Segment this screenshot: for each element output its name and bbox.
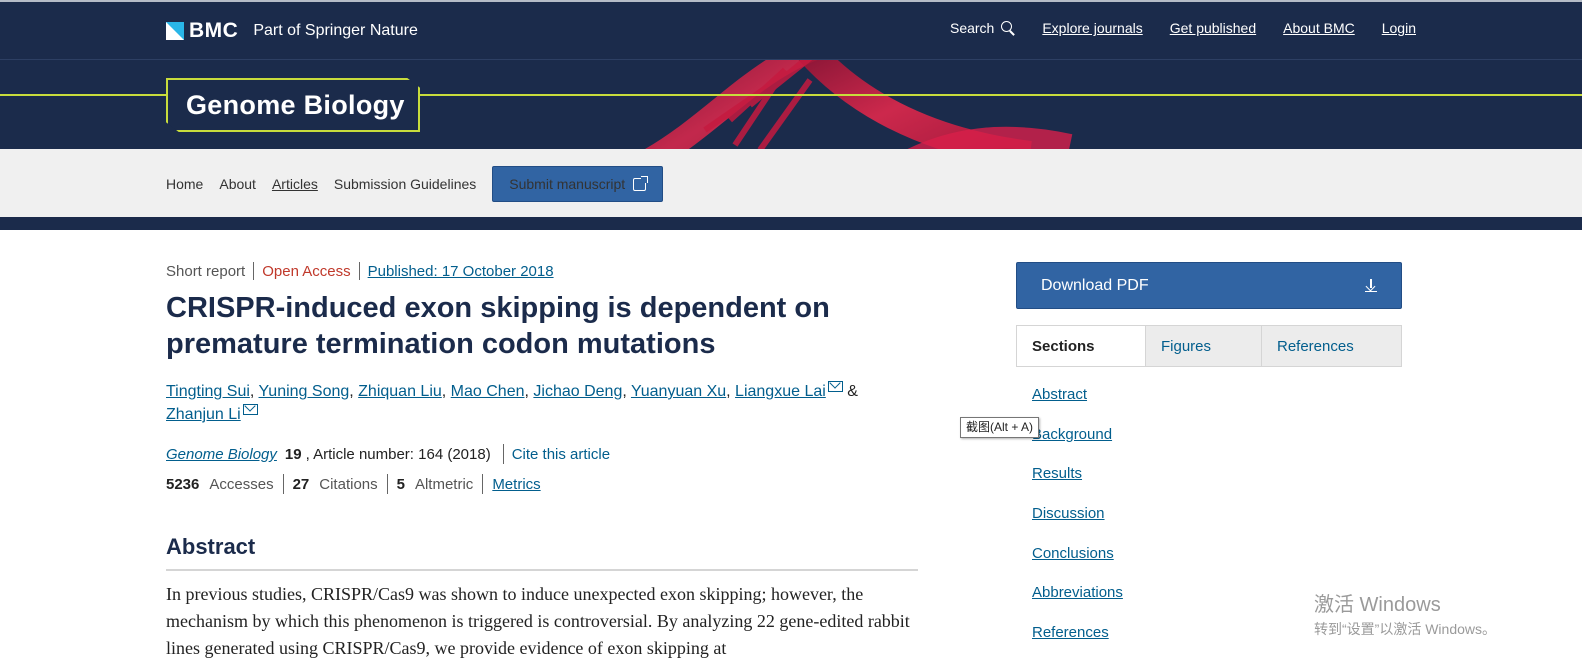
- nav-about-bmc[interactable]: About BMC: [1283, 20, 1355, 36]
- nav-login[interactable]: Login: [1382, 20, 1416, 36]
- tab-sections[interactable]: Sections: [1017, 326, 1145, 366]
- email-icon[interactable]: [827, 381, 843, 392]
- author-link[interactable]: Zhiquan Liu: [358, 383, 442, 400]
- abstract-heading: Abstract: [166, 534, 918, 571]
- accesses-count: 5236: [166, 475, 200, 493]
- journal-name: Genome Biology: [186, 89, 405, 120]
- dna-helix-image: [645, 60, 1073, 149]
- download-icon: [1365, 278, 1377, 293]
- search-icon: [1001, 21, 1016, 36]
- accesses-label: Accesses: [209, 475, 274, 493]
- section-link-conclusions[interactable]: Conclusions: [1032, 543, 1123, 583]
- top-header: BMC Part of Springer Nature Search Explo…: [0, 0, 1582, 59]
- metrics-link[interactable]: Metrics: [492, 476, 540, 493]
- author-link[interactable]: Mao Chen: [451, 383, 525, 400]
- altmetric-count: 5: [396, 475, 405, 493]
- article-metrics: 5236 Accesses 27 Citations 5 Altmetric M…: [166, 474, 918, 494]
- section-link-results[interactable]: Results: [1032, 463, 1123, 503]
- author-link[interactable]: Jichao Deng: [533, 383, 622, 400]
- citation-line: Genome Biology 19 , Article number: 164 …: [166, 444, 918, 464]
- section-link-abstract[interactable]: Abstract: [1032, 384, 1123, 424]
- meta-divider: [502, 444, 504, 464]
- author-link[interactable]: Yuanyuan Xu: [631, 383, 726, 400]
- author-link[interactable]: Yuning Song: [259, 383, 350, 400]
- subnav-submission-guidelines[interactable]: Submission Guidelines: [334, 176, 476, 192]
- submit-manuscript-label: Submit manuscript: [509, 176, 626, 192]
- article-meta: Short report Open Access Published: 17 O…: [166, 262, 918, 280]
- meta-divider: [358, 262, 360, 280]
- search-label: Search: [949, 20, 995, 36]
- tab-figures[interactable]: Figures: [1145, 326, 1261, 366]
- journal-banner: Genome Biology: [0, 59, 1582, 149]
- author-link[interactable]: Liangxue Lai: [735, 383, 826, 400]
- section-links: Abstract Background Results Discussion C…: [1032, 384, 1123, 662]
- article-number: , Article number: 164 (2018): [305, 445, 491, 463]
- email-icon[interactable]: [242, 404, 258, 415]
- windows-activation-watermark: 激活 Windows 转到“设置”以激活 Windows。: [1314, 588, 1496, 639]
- citations-count: 27: [292, 475, 310, 493]
- navy-divider: [0, 217, 1582, 230]
- bmc-logo[interactable]: BMC Part of Springer Nature: [166, 19, 418, 43]
- article-main: Short report Open Access Published: 17 O…: [166, 262, 918, 662]
- section-link-abbreviations[interactable]: Abbreviations: [1032, 582, 1123, 622]
- article-type: Short report: [166, 262, 246, 280]
- screenshot-tooltip: 截图(Alt + A): [960, 417, 1040, 438]
- nav-get-published[interactable]: Get published: [1170, 20, 1256, 36]
- journal-link[interactable]: Genome Biology: [166, 446, 277, 463]
- sidebar-tabs: Sections Figures References: [1016, 325, 1402, 367]
- subnav-about[interactable]: About: [219, 176, 256, 192]
- section-link-background[interactable]: Background: [1032, 424, 1123, 464]
- tab-references[interactable]: References: [1261, 326, 1401, 366]
- author-list: Tingting Sui, Yuning Song, Zhiquan Liu, …: [166, 381, 858, 423]
- author-link[interactable]: Tingting Sui: [166, 383, 250, 400]
- journal-title-box[interactable]: Genome Biology: [166, 78, 420, 132]
- watermark-subtitle: 转到“设置”以激活 Windows。: [1314, 621, 1497, 637]
- download-pdf-button[interactable]: Download PDF: [1016, 262, 1402, 309]
- meta-divider: [386, 474, 388, 494]
- meta-divider: [282, 474, 284, 494]
- altmetric-label: Altmetric: [414, 475, 474, 493]
- subnav-articles[interactable]: Articles: [272, 176, 318, 192]
- watermark-title: 激活 Windows: [1314, 594, 1441, 616]
- subnav-home[interactable]: Home: [166, 176, 203, 192]
- section-link-references[interactable]: References: [1032, 622, 1123, 662]
- external-link-icon: [633, 175, 649, 191]
- download-pdf-label: Download PDF: [1041, 276, 1149, 294]
- section-link-discussion[interactable]: Discussion: [1032, 503, 1123, 543]
- meta-divider: [253, 262, 255, 280]
- author-link[interactable]: Zhanjun Li: [166, 406, 241, 423]
- published-date-link[interactable]: Published: 17 October 2018: [368, 263, 554, 280]
- top-nav: Search Explore journals Get published Ab…: [950, 20, 1416, 36]
- brand-tagline: Part of Springer Nature: [253, 22, 418, 39]
- brand-name: BMC: [189, 19, 239, 42]
- search-button[interactable]: Search: [949, 20, 1016, 36]
- author-ampersand: &: [847, 383, 858, 400]
- bmc-logo-icon: [166, 22, 184, 40]
- meta-divider: [482, 474, 484, 494]
- journal-subnav: Home About Articles Submission Guideline…: [0, 149, 1582, 217]
- article-title: CRISPR-induced exon skipping is dependen…: [166, 292, 830, 360]
- abstract-text: In previous studies, CRISPR/Cas9 was sho…: [166, 584, 910, 658]
- citations-label: Citations: [319, 475, 378, 493]
- nav-explore-journals[interactable]: Explore journals: [1042, 20, 1142, 36]
- cite-article-link[interactable]: Cite this article: [512, 446, 610, 463]
- volume-number: 19: [284, 445, 302, 463]
- submit-manuscript-button[interactable]: Submit manuscript: [492, 166, 664, 202]
- open-access-label: Open Access: [262, 262, 351, 280]
